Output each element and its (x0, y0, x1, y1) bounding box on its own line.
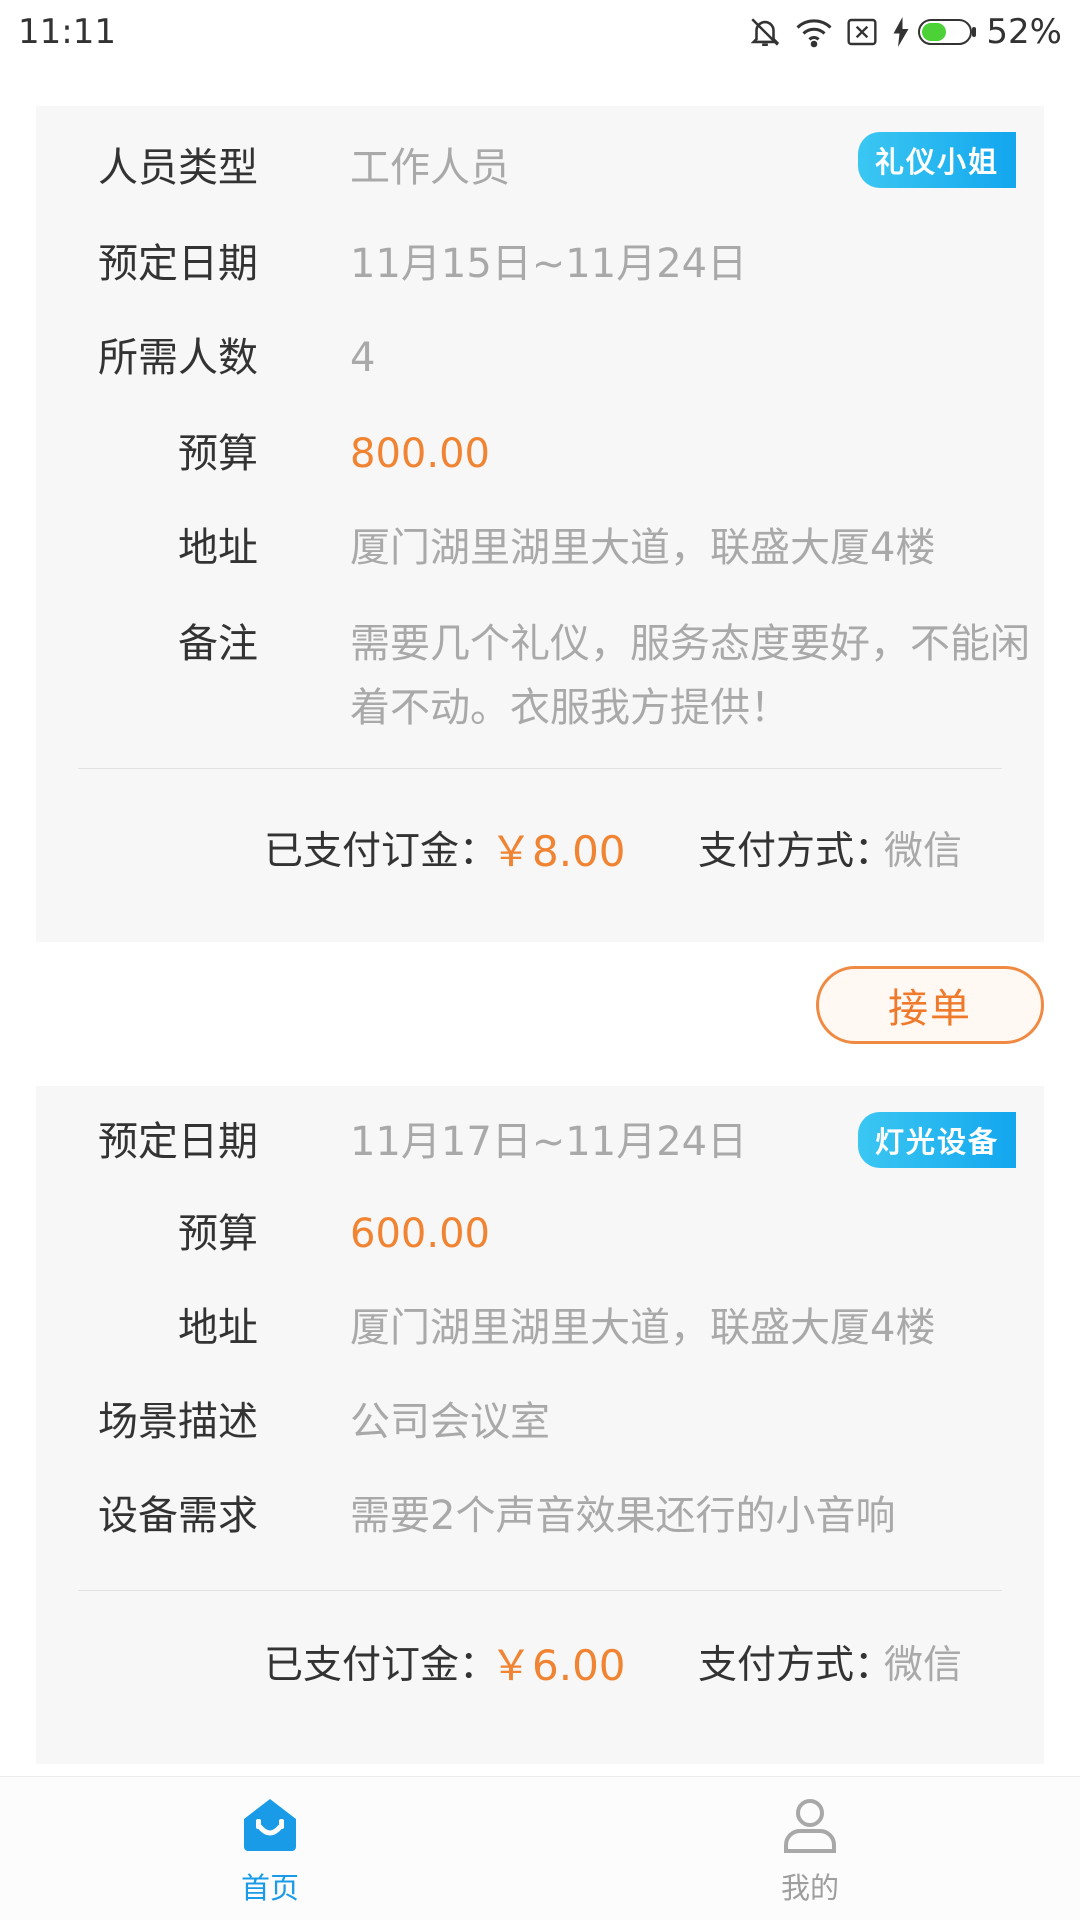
field-label: 场景描述 (98, 1399, 258, 1445)
status-time: 11:11 (18, 12, 116, 52)
status-icons: 52% (748, 12, 1062, 52)
payment-row: 已支付订金： ￥6.00 支付方式： 微信 (36, 1634, 1044, 1698)
field-value: 厦门湖里湖里大道，联盛大厦4楼 (350, 1305, 936, 1351)
pay-method-label: 支付方式： (698, 829, 894, 874)
pay-method-label: 支付方式： (698, 1643, 894, 1688)
bell-off-icon (748, 15, 782, 49)
field-value: 11月15日~11月24日 (350, 241, 748, 287)
field-value: 11月17日~11月24日 (350, 1119, 748, 1165)
battery-indicator: 52% (892, 12, 1062, 52)
wifi-icon (796, 16, 832, 48)
field-value: 需要2个声音效果还行的小音响 (350, 1493, 896, 1539)
sim-none-icon (846, 17, 878, 47)
pay-method-value: 微信 (884, 1643, 963, 1688)
field-value: 4 (350, 335, 376, 381)
home-icon (238, 1793, 302, 1857)
field-label: 地址 (178, 525, 258, 571)
field-label: 预定日期 (98, 1119, 258, 1165)
order-card: 灯光设备 预定日期 11月17日~11月24日 预算 600.00 地址 厦门湖… (36, 1086, 1044, 1764)
budget-value: 800.00 (350, 431, 490, 477)
field-label: 所需人数 (98, 335, 258, 381)
pay-method-value: 微信 (884, 829, 963, 874)
tab-mine[interactable]: 我的 (540, 1777, 1080, 1921)
field-label: 人员类型 (98, 145, 258, 191)
field-label: 地址 (178, 1305, 258, 1351)
divider (78, 1590, 1002, 1591)
tab-home[interactable]: 首页 (0, 1777, 540, 1921)
payment-row: 已支付订金： ￥8.00 支付方式： 微信 (36, 820, 1044, 884)
order-card: 礼仪小姐 人员类型 工作人员 预定日期 11月15日~11月24日 所需人数 4… (36, 106, 1044, 942)
charging-icon (892, 17, 910, 47)
deposit-value: ￥6.00 (490, 1641, 626, 1690)
battery-percent: 52% (986, 12, 1062, 52)
field-value: 厦门湖里湖里大道，联盛大厦4楼 (350, 525, 936, 571)
deposit-value: ￥8.00 (490, 827, 626, 876)
field-label: 预算 (178, 431, 258, 477)
accept-order-button[interactable]: 接单 (816, 966, 1044, 1044)
field-label: 预算 (178, 1211, 258, 1257)
divider (78, 768, 1002, 769)
deposit-label: 已支付订金： (264, 829, 499, 874)
deposit-label: 已支付订金： (264, 1643, 499, 1688)
field-value: 需要几个礼仪，服务态度要好，不能闲着不动。衣服我方提供！ (350, 621, 1030, 731)
battery-icon (918, 18, 978, 46)
field-value: 公司会议室 (350, 1399, 550, 1445)
bottom-tab-bar: 首页 我的 (0, 1776, 1080, 1920)
field-label: 备注 (178, 621, 258, 667)
tab-home-label: 首页 (240, 1871, 299, 1905)
field-label: 设备需求 (98, 1493, 258, 1539)
user-icon (778, 1793, 842, 1857)
field-value: 工作人员 (350, 145, 510, 191)
budget-value: 600.00 (350, 1211, 490, 1257)
tab-mine-label: 我的 (780, 1871, 839, 1905)
field-label: 预定日期 (98, 241, 258, 287)
status-bar: 11:11 52% (0, 0, 1080, 64)
